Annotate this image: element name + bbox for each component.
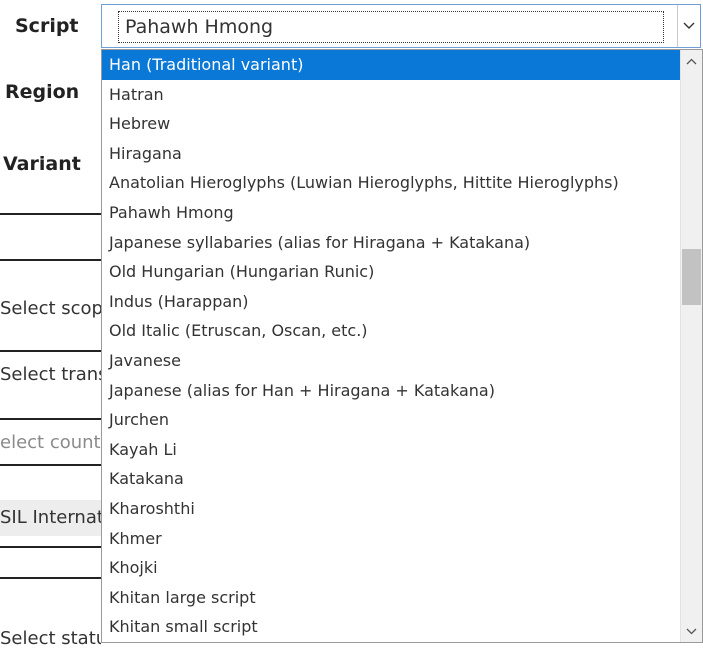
dropdown-option[interactable]: Hiragana bbox=[102, 139, 680, 169]
dropdown-option[interactable]: Jurchen bbox=[102, 405, 680, 435]
dropdown-option[interactable]: Indus (Harappan) bbox=[102, 287, 680, 317]
field-underline bbox=[0, 350, 102, 352]
field-underline bbox=[0, 259, 102, 261]
dropdown-option[interactable]: Japanese (alias for Han + Hiragana + Kat… bbox=[102, 376, 680, 406]
field-underline bbox=[0, 213, 102, 215]
chevron-down-icon[interactable] bbox=[677, 5, 700, 47]
dropdown-option[interactable]: Old Italic (Etruscan, Oscan, etc.) bbox=[102, 316, 680, 346]
select-status-field[interactable]: Select status bbox=[0, 628, 101, 649]
chevron-down-icon[interactable] bbox=[681, 620, 702, 642]
script-label: Script bbox=[15, 15, 79, 37]
scrollbar-thumb[interactable] bbox=[682, 249, 701, 306]
dropdown-option[interactable]: Katakana bbox=[102, 464, 680, 494]
select-scope-field[interactable]: Select scope bbox=[0, 298, 101, 319]
dropdown-option[interactable]: Hatran bbox=[102, 80, 680, 110]
dropdown-option[interactable]: Old Hungarian (Hungarian Runic) bbox=[102, 257, 680, 287]
field-underline bbox=[0, 418, 102, 420]
chevron-up-icon[interactable] bbox=[681, 50, 702, 72]
dropdown-option[interactable]: Khitan large script bbox=[102, 583, 680, 613]
dropdown-option[interactable]: Hebrew bbox=[102, 109, 680, 139]
script-select-value: Pahawh Hmong bbox=[118, 11, 664, 43]
field-underline bbox=[0, 464, 102, 466]
dropdown-option[interactable]: Javanese bbox=[102, 346, 680, 376]
field-underline bbox=[0, 577, 102, 579]
dropdown-option[interactable]: Anatolian Hieroglyphs (Luwian Hieroglyph… bbox=[102, 168, 680, 198]
dropdown-option[interactable]: Pahawh Hmong bbox=[102, 198, 680, 228]
script-dropdown-list[interactable]: Han (Traditional variant) Hatran Hebrew Hir… bbox=[101, 49, 703, 643]
region-label: Region bbox=[5, 81, 80, 103]
dropdown-option[interactable]: Khitan small script bbox=[102, 612, 680, 642]
dropdown-scrollbar[interactable] bbox=[680, 50, 702, 642]
dropdown-option[interactable]: Han (Traditional variant) bbox=[102, 50, 680, 80]
organization-field[interactable]: SIL Internat bbox=[0, 500, 101, 536]
dropdown-option[interactable]: Khmer bbox=[102, 524, 680, 554]
field-underline bbox=[0, 546, 102, 548]
dropdown-option[interactable]: Khojki bbox=[102, 553, 680, 583]
select-country-field[interactable]: elect countr bbox=[0, 432, 101, 453]
dropdown-option[interactable]: Kharoshthi bbox=[102, 494, 680, 524]
dropdown-option[interactable]: Japanese syllabaries (alias for Hiragana… bbox=[102, 228, 680, 258]
variant-label: Variant bbox=[3, 153, 81, 175]
dropdown-option[interactable]: Kayah Li bbox=[102, 435, 680, 465]
script-select[interactable]: Pahawh Hmong bbox=[101, 4, 701, 48]
select-translation-field[interactable]: Select transl bbox=[0, 364, 101, 385]
